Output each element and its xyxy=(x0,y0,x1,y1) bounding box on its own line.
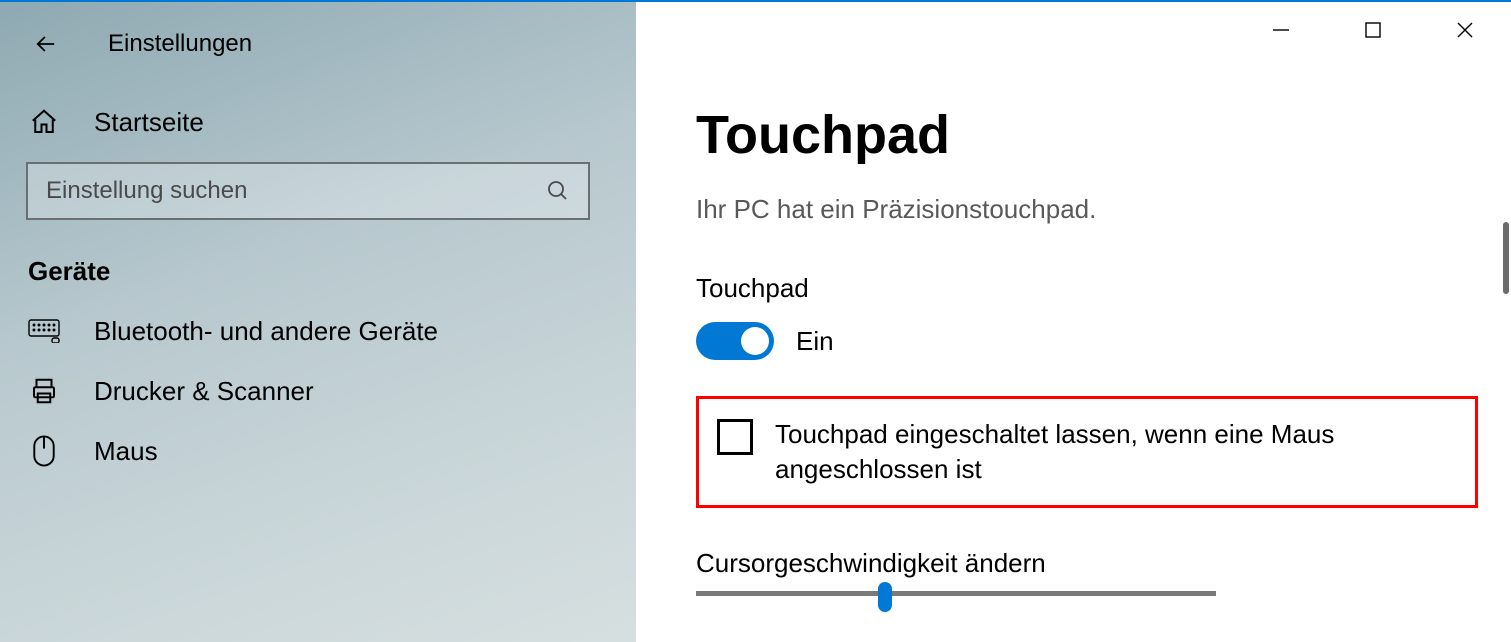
sidebar-item-label: Bluetooth- und andere Geräte xyxy=(94,316,438,347)
search-input[interactable] xyxy=(46,177,546,205)
back-button[interactable] xyxy=(28,26,64,62)
sidebar-category-label: Geräte xyxy=(0,246,636,301)
sidebar-header: Einstellungen xyxy=(0,16,636,92)
checkbox-label: Touchpad eingeschaltet lassen, wenn eine… xyxy=(775,417,1457,487)
sidebar-item-mouse[interactable]: Maus xyxy=(0,421,636,481)
sidebar-item-home[interactable]: Startseite xyxy=(0,92,636,152)
scrollbar-thumb[interactable] xyxy=(1503,222,1509,294)
page-subtitle: Ihr PC hat ein Präzisionstouchpad. xyxy=(696,194,1511,225)
search-box[interactable] xyxy=(26,162,590,220)
slider-thumb[interactable] xyxy=(878,582,892,612)
toggle-label: Touchpad xyxy=(696,273,1511,304)
sidebar-home-label: Startseite xyxy=(94,107,204,138)
close-icon xyxy=(1455,20,1475,40)
arrow-left-icon xyxy=(32,30,60,58)
maximize-button[interactable] xyxy=(1327,2,1419,58)
search-icon xyxy=(546,179,570,203)
window-titlebar xyxy=(1235,2,1511,58)
sidebar-item-printers[interactable]: Drucker & Scanner xyxy=(0,361,636,421)
minimize-icon xyxy=(1271,20,1291,40)
cursor-speed-slider[interactable] xyxy=(696,591,1216,596)
highlighted-option: Touchpad eingeschaltet lassen, wenn eine… xyxy=(696,396,1478,508)
sidebar-item-label: Drucker & Scanner xyxy=(94,376,314,407)
toggle-state-label: Ein xyxy=(796,326,834,357)
mouse-icon xyxy=(28,435,60,467)
touchpad-toggle[interactable] xyxy=(696,322,774,360)
slider-label: Cursorgeschwindigkeit ändern xyxy=(696,548,1511,579)
maximize-icon xyxy=(1364,21,1382,39)
home-icon xyxy=(28,106,60,138)
minimize-button[interactable] xyxy=(1235,2,1327,58)
close-button[interactable] xyxy=(1419,2,1511,58)
app-title: Einstellungen xyxy=(108,30,252,58)
content-pane: Touchpad Ihr PC hat ein Präzisionstouchp… xyxy=(636,2,1511,642)
sidebar: Einstellungen Startseite Geräte xyxy=(0,2,636,642)
leave-touchpad-on-checkbox[interactable] xyxy=(717,419,753,455)
sidebar-item-label: Maus xyxy=(94,436,158,467)
printer-icon xyxy=(28,375,60,407)
sidebar-item-bluetooth[interactable]: Bluetooth- und andere Geräte xyxy=(0,301,636,361)
keyboard-icon xyxy=(28,315,60,347)
toggle-knob xyxy=(741,327,769,355)
page-title: Touchpad xyxy=(696,104,1511,166)
